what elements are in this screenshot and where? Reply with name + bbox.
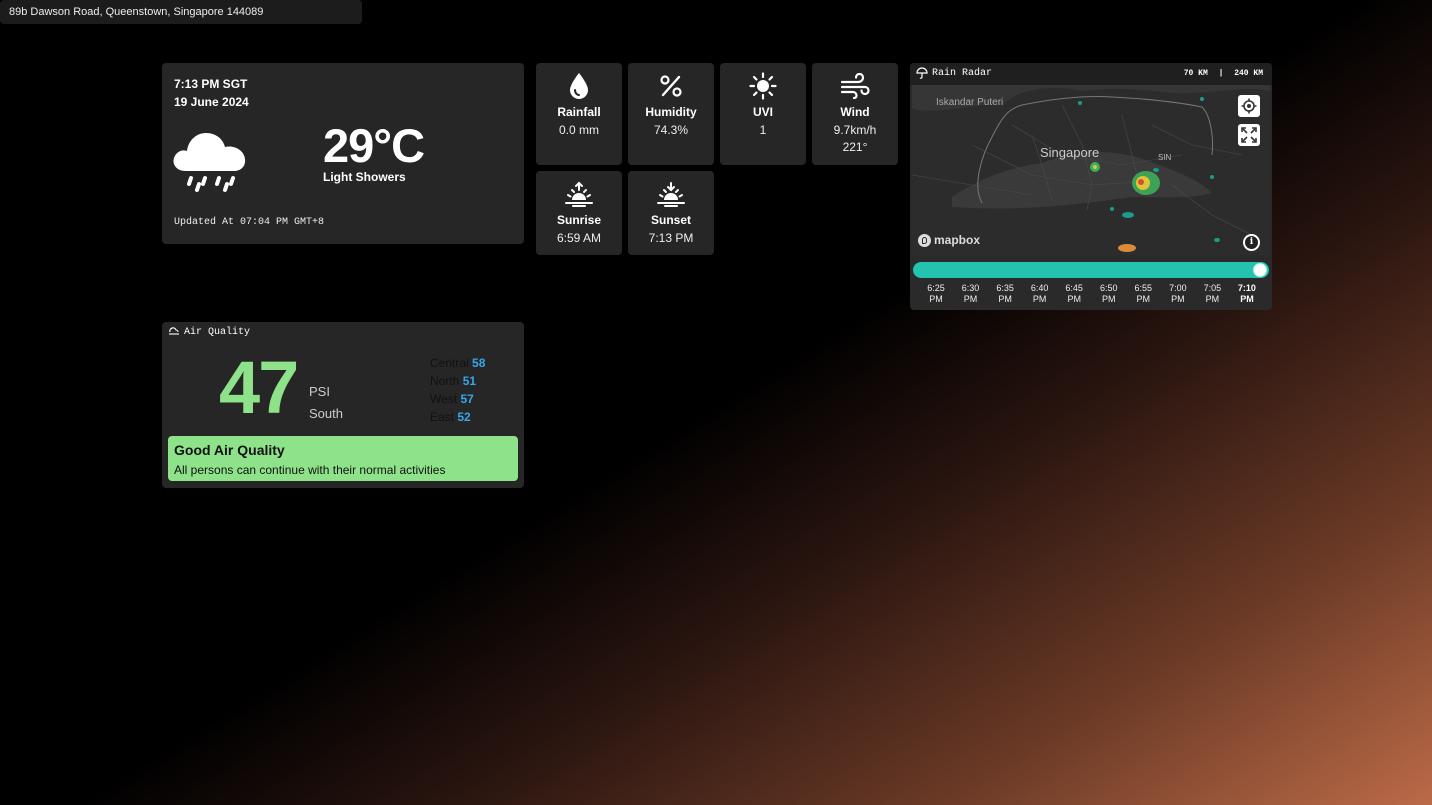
psi-value: 47 — [219, 346, 299, 429]
wind-direction: 221° — [842, 140, 868, 154]
wind-icon — [812, 72, 898, 100]
region-row-west: West 57 — [430, 392, 474, 406]
air-quality-advice: All persons can continue with their norm… — [174, 463, 446, 477]
radar-title: Rain Radar — [932, 68, 993, 79]
region-row-north: North 51 — [430, 374, 477, 388]
sunrise-tile: Sunrise 6:59 AM — [536, 171, 622, 255]
range-240km[interactable]: 240 KM — [1234, 69, 1263, 78]
wind-speed: 9.7km/h — [833, 123, 877, 137]
air-quality-card: Air Quality 47 PSI South Central 58 Nort… — [162, 322, 524, 488]
psi-unit: PSI — [309, 384, 330, 399]
rain-radar-card: Iskandar Puteri Singapore SIN mapbox i R… — [910, 63, 1272, 310]
rainfall-label: Rainfall — [557, 105, 601, 119]
radar-time-label[interactable]: 7:10 PM — [1231, 283, 1263, 305]
radar-time-label[interactable]: 6:40 PM — [1024, 283, 1056, 305]
map-label-sin: SIN — [1158, 153, 1172, 162]
sunset-tile: Sunset 7:13 PM — [628, 171, 714, 255]
current-time: 7:13 PM SGT — [174, 77, 248, 91]
region-list: Central 58 North 51 West 57 East 52 — [430, 354, 485, 426]
sunset-value: 7:13 PM — [648, 231, 694, 245]
region-row-central: Central 58 — [430, 356, 486, 370]
mapbox-icon — [918, 233, 931, 247]
range-separator: | — [1218, 69, 1224, 78]
attribution-button[interactable]: i — [1243, 234, 1260, 251]
mapbox-logo[interactable]: mapbox — [918, 233, 980, 247]
air-quality-title: Air Quality — [184, 327, 251, 338]
radar-time-label[interactable]: 6:25 PM — [920, 283, 952, 305]
psi-region: South — [309, 406, 343, 421]
sunrise-value: 6:59 AM — [556, 231, 602, 245]
sunrise-label: Sunrise — [556, 213, 601, 227]
map-label-singapore: Singapore — [1040, 145, 1099, 160]
range-70km[interactable]: 70 KM — [1184, 69, 1208, 78]
humidity-tile: Humidity 74.3% — [628, 63, 714, 165]
wind-tile: Wind 9.7km/h 221° — [812, 63, 898, 165]
sunset-label: Sunset — [650, 213, 691, 227]
fullscreen-button[interactable] — [1238, 124, 1260, 146]
expand-icon — [1241, 127, 1257, 143]
radar-time-label[interactable]: 6:55 PM — [1127, 283, 1159, 305]
air-quality-status: Good Air Quality — [174, 442, 285, 458]
radar-time-label[interactable]: 6:45 PM — [1058, 283, 1090, 305]
wind-label: Wind — [840, 105, 870, 119]
air-quality-status-banner: Good Air Quality All persons can continu… — [168, 436, 518, 481]
droplet-icon — [536, 72, 622, 100]
region-row-east: East 52 — [430, 410, 471, 424]
haze-icon — [169, 327, 179, 335]
radar-header: Rain Radar 70 KM | 240 KM — [910, 63, 1272, 85]
locate-button[interactable] — [1238, 95, 1260, 117]
radar-time-label[interactable]: 7:05 PM — [1196, 283, 1228, 305]
temperature: 29°C — [323, 119, 425, 172]
percent-icon — [628, 72, 714, 100]
humidity-value: 74.3% — [653, 123, 689, 137]
rainfall-value: 0.0 mm — [558, 123, 599, 137]
sunset-icon — [628, 180, 714, 208]
radar-time-label[interactable]: 6:30 PM — [955, 283, 987, 305]
weather-condition: Light Showers — [323, 170, 406, 184]
radar-time-label[interactable]: 7:00 PM — [1162, 283, 1194, 305]
sunrise-icon — [536, 180, 622, 208]
current-weather-card: 7:13 PM SGT 19 June 2024 29°C Light Show… — [162, 63, 524, 244]
air-quality-header: Air Quality — [168, 326, 250, 338]
rainfall-tile: Rainfall 0.0 mm — [536, 63, 622, 165]
umbrella-icon — [916, 67, 928, 83]
updated-timestamp: Updated At 07:04 PM GMT+8 — [174, 217, 325, 228]
radar-range-toggle[interactable]: 70 KM | 240 KM — [1184, 69, 1263, 78]
map-label-iskandar: Iskandar Puteri — [936, 97, 1003, 108]
uvi-label: UVI — [752, 105, 773, 119]
radar-timeline-slider[interactable] — [913, 262, 1269, 278]
location-address[interactable]: 89b Dawson Road, Queenstown, Singapore 1… — [0, 0, 362, 24]
info-icon: i — [1245, 236, 1258, 249]
current-date: 19 June 2024 — [174, 95, 249, 109]
radar-time-labels: 6:25 PM 6:30 PM 6:35 PM 6:40 PM 6:45 PM 6:50 PM 6:55… — [910, 283, 1272, 307]
uvi-value: 1 — [759, 123, 767, 137]
radar-timeline-handle[interactable] — [1253, 263, 1267, 277]
humidity-label: Humidity — [645, 105, 697, 119]
sun-icon — [720, 72, 806, 100]
radar-time-label[interactable]: 6:50 PM — [1093, 283, 1125, 305]
crosshair-icon — [1241, 98, 1257, 114]
cloud-rain-icon — [172, 123, 248, 198]
uvi-tile: UVI 1 — [720, 63, 806, 165]
radar-time-label[interactable]: 6:35 PM — [989, 283, 1021, 305]
